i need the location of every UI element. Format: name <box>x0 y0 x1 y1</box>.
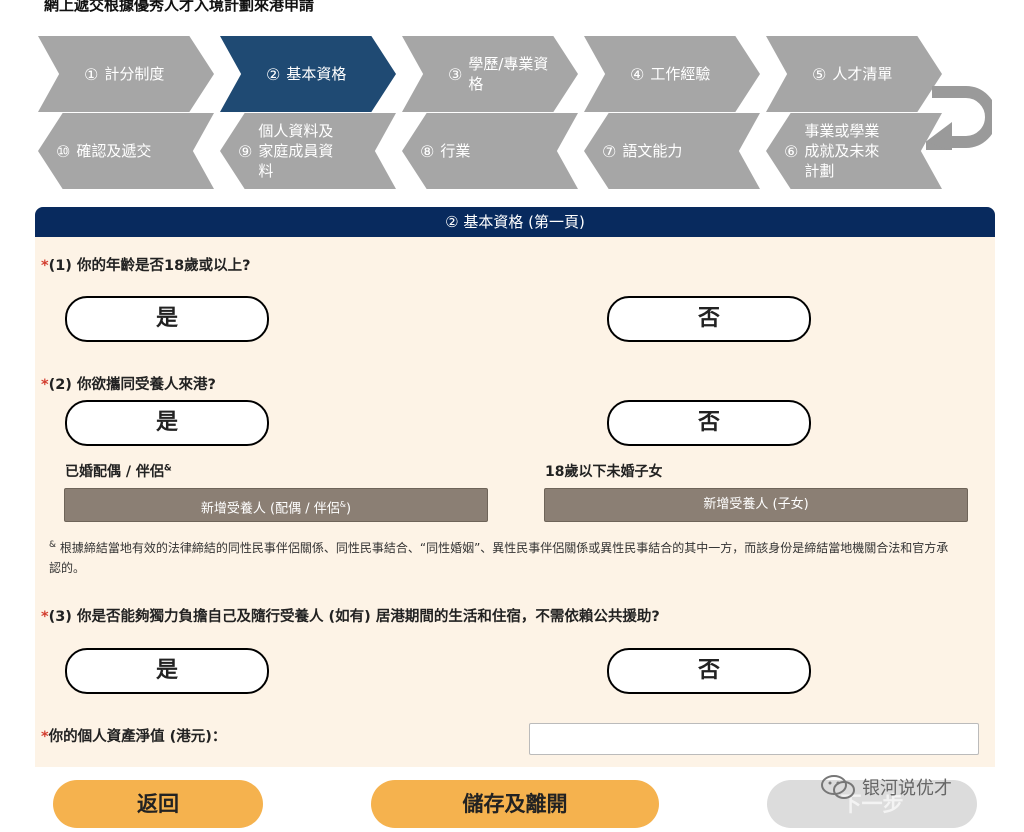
step-3[interactable]: ③ 學歷/專業資格 <box>402 36 578 112</box>
net-worth-label-text: 你的個人資產淨值 (港元)： <box>48 729 227 745</box>
partner-footnote: & 根據締結當地有效的法律締結的同性民事伴侶關係、同性民事結合、“同性婚姻”、異… <box>49 535 959 578</box>
step-label: 人才清單 <box>832 65 893 83</box>
q2-no-button[interactable]: 否 <box>607 400 811 446</box>
question-1-text: (1) 你的年齡是否18歲或以上? <box>48 258 251 274</box>
save-and-exit-button[interactable]: 儲存及離開 <box>371 780 659 828</box>
q1-no-button[interactable]: 否 <box>607 296 811 342</box>
spouse-label-text: 已婚配偶 / 伴侶 <box>65 464 164 480</box>
back-button[interactable]: 返回 <box>53 780 263 828</box>
step-number: ② <box>266 64 281 84</box>
watermark: 银河说优才 <box>820 770 952 804</box>
step-number: ⑤ <box>812 64 827 84</box>
q3-no-button[interactable]: 否 <box>607 648 811 694</box>
spouse-label-sup: & <box>163 463 172 474</box>
u-turn-arrow-icon <box>926 86 992 150</box>
step-number: ⑨ <box>238 141 253 161</box>
step-label: 語文能力 <box>622 142 683 160</box>
footnote-text: 根據締結當地有效的法律締結的同性民事伴侶關係、同性民事結合、“同性婚姻”、異性民… <box>49 541 949 575</box>
required-mark: * <box>41 258 49 274</box>
children-label: 18歲以下未婚子女 <box>545 464 663 480</box>
step-number: ① <box>84 64 99 84</box>
step-label: 學歷/專業資格 <box>468 55 549 93</box>
basic-eligibility-panel: ② 基本資格 (第一頁) *(1) 你的年齡是否18歲或以上? 是 否 *(2)… <box>35 207 995 767</box>
net-worth-input[interactable] <box>529 723 979 755</box>
step-number: ③ <box>448 64 463 84</box>
step-4[interactable]: ④ 工作經驗 <box>584 36 760 112</box>
q1-yes-button[interactable]: 是 <box>65 296 269 342</box>
step-number: ⑩ <box>56 141 71 161</box>
net-worth-label: *你的個人資產淨值 (港元)： <box>41 725 226 746</box>
step-label: 確認及遞交 <box>76 142 152 160</box>
step-navigation: ① 計分制度 ② 基本資格 ③ 學歷/專業資格 ④ 工作經驗 ⑤ 人才清單 ⑩ … <box>0 0 1024 200</box>
question-2-text: (2) 你欲攜同受養人來港? <box>48 377 216 393</box>
required-mark: * <box>41 729 49 745</box>
step-number: ⑥ <box>784 141 799 161</box>
step-8[interactable]: ⑧ 行業 <box>402 113 578 189</box>
step-label: 事業或學業成就及未來計劃 <box>804 122 880 180</box>
step-label: 基本資格 <box>286 65 347 83</box>
step-label: 個人資料及家庭成員資料 <box>258 122 334 180</box>
q3-yes-button[interactable]: 是 <box>65 648 269 694</box>
step-10[interactable]: ⑩ 確認及遞交 <box>38 113 214 189</box>
step-6[interactable]: ⑥ 事業或學業成就及未來計劃 <box>766 113 942 189</box>
panel-header: ② 基本資格 (第一頁) <box>35 207 995 237</box>
step-label: 計分制度 <box>104 65 165 83</box>
footnote-sup: & <box>49 540 57 550</box>
wechat-icon <box>821 775 855 799</box>
step-2-active[interactable]: ② 基本資格 <box>220 36 396 112</box>
spouse-label: 已婚配偶 / 伴侶& <box>65 461 172 481</box>
question-3: *(3) 你是否能夠獨力負擔自己及隨行受養人 (如有) 居港期間的生活和住宿，不… <box>41 605 660 626</box>
add-spouse-text: 新增受養人 (配偶 / 伴侶 <box>200 501 340 517</box>
add-child-button[interactable]: 新增受養人 (子女) <box>544 488 968 522</box>
add-spouse-button[interactable]: 新增受養人 (配偶 / 伴侶&) <box>64 488 488 522</box>
step-number: ⑦ <box>602 141 617 161</box>
q2-yes-button[interactable]: 是 <box>65 400 269 446</box>
required-mark: * <box>41 609 49 625</box>
question-1: *(1) 你的年齡是否18歲或以上? <box>41 254 251 275</box>
question-2: *(2) 你欲攜同受養人來港? <box>41 373 216 394</box>
step-7[interactable]: ⑦ 語文能力 <box>584 113 760 189</box>
question-3-text: (3) 你是否能夠獨力負擔自己及隨行受養人 (如有) 居港期間的生活和住宿，不需… <box>48 609 660 625</box>
watermark-text: 银河说优才 <box>862 778 952 799</box>
step-9[interactable]: ⑨ 個人資料及家庭成員資料 <box>220 113 396 189</box>
required-mark: * <box>41 377 49 393</box>
step-number: ⑧ <box>420 141 435 161</box>
step-1[interactable]: ① 計分制度 <box>38 36 214 112</box>
step-label: 行業 <box>440 142 471 160</box>
step-5[interactable]: ⑤ 人才清單 <box>766 36 942 112</box>
step-label: 工作經驗 <box>650 65 711 83</box>
step-number: ④ <box>630 64 645 84</box>
add-spouse-end: ) <box>346 501 352 517</box>
